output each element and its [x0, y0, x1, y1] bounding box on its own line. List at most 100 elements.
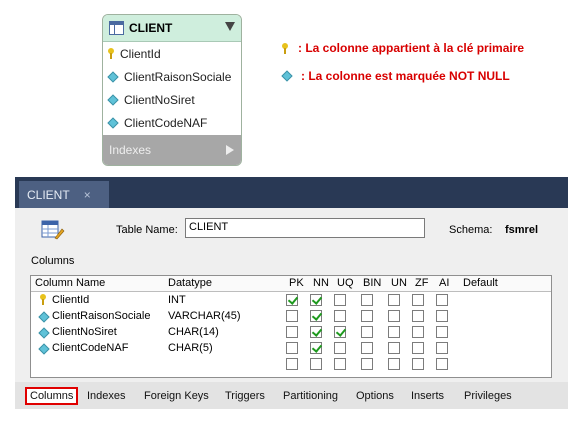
entity-title: CLIENT: [129, 21, 173, 35]
column-name-cell[interactable]: ClientCodeNAF: [52, 342, 128, 354]
flag-checkbox[interactable]: [334, 342, 346, 354]
diamond-icon: [107, 70, 119, 83]
indexes-label: Indexes: [109, 143, 152, 157]
header-ai[interactable]: AI: [439, 277, 449, 289]
flag-checkbox[interactable]: [388, 310, 400, 322]
flag-checkbox[interactable]: [412, 310, 424, 322]
columns-caption: Columns: [31, 255, 75, 267]
flag-checkbox[interactable]: [361, 358, 373, 370]
flag-checkbox[interactable]: [310, 326, 322, 338]
flag-checkbox[interactable]: [361, 342, 373, 354]
flag-checkbox[interactable]: [286, 310, 298, 322]
schema-value: fsmrel: [505, 224, 539, 236]
header-bin[interactable]: BIN: [363, 277, 381, 289]
flag-checkbox[interactable]: [436, 358, 448, 370]
flag-checkbox[interactable]: [361, 294, 373, 306]
flag-checkbox[interactable]: [334, 310, 346, 322]
header-default[interactable]: Default: [463, 277, 498, 289]
entity-header[interactable]: CLIENT: [103, 15, 241, 42]
entity-column-clientnosiret: ClientNoSiret: [103, 88, 241, 111]
flag-checkbox[interactable]: [310, 358, 322, 370]
table-row[interactable]: ClientRaisonSociale VARCHAR(45): [31, 308, 551, 324]
table-name-input[interactable]: CLIENT: [185, 218, 425, 238]
key-icon: [40, 294, 46, 305]
bottom-tabbar: Columns Indexes Foreign Keys Triggers Pa…: [15, 382, 568, 409]
tab-options[interactable]: Options: [356, 390, 394, 402]
entity-column-label: ClientRaisonSociale: [124, 69, 232, 84]
tab-label: CLIENT: [27, 187, 70, 202]
header-column-name[interactable]: Column Name: [35, 277, 105, 289]
flag-checkbox[interactable]: [436, 326, 448, 338]
tab-privileges[interactable]: Privileges: [464, 390, 512, 402]
column-name-cell[interactable]: ClientNoSiret: [52, 326, 117, 338]
flag-checkbox[interactable]: [412, 294, 424, 306]
flag-checkbox[interactable]: [334, 326, 346, 338]
header-datatype[interactable]: Datatype: [168, 277, 212, 289]
flag-checkbox[interactable]: [286, 342, 298, 354]
tab-client[interactable]: CLIENT ×: [19, 181, 109, 208]
key-icon: [282, 42, 288, 54]
table-row[interactable]: ClientCodeNAF CHAR(5): [31, 340, 551, 356]
legend-primary-key: : La colonne appartient à la clé primair…: [282, 41, 524, 55]
table-icon: [109, 21, 124, 35]
entity-column-clientcodenaf: ClientCodeNAF: [103, 111, 241, 134]
flag-checkbox[interactable]: [286, 326, 298, 338]
tab-columns[interactable]: Columns: [25, 387, 79, 405]
diamond-icon: [38, 311, 50, 323]
tab-foreign-keys[interactable]: Foreign Keys: [144, 390, 209, 402]
flag-checkbox[interactable]: [436, 310, 448, 322]
flag-checkbox[interactable]: [412, 326, 424, 338]
flag-checkbox[interactable]: [412, 342, 424, 354]
flag-checkbox[interactable]: [334, 358, 346, 370]
entity-indexes-section[interactable]: Indexes: [103, 135, 241, 165]
flag-checkbox[interactable]: [388, 326, 400, 338]
header-un[interactable]: UN: [391, 277, 407, 289]
flag-checkbox[interactable]: [388, 342, 400, 354]
flag-checkbox[interactable]: [286, 358, 298, 370]
close-icon[interactable]: ×: [84, 188, 91, 202]
header-pk[interactable]: PK: [289, 277, 304, 289]
header-zf[interactable]: ZF: [415, 277, 428, 289]
column-name-cell[interactable]: ClientId: [52, 294, 89, 306]
flag-checkbox[interactable]: [436, 342, 448, 354]
flag-checkbox[interactable]: [388, 294, 400, 306]
table-row[interactable]: ClientId INT: [31, 292, 551, 308]
flag-checkbox[interactable]: [388, 358, 400, 370]
header-nn[interactable]: NN: [313, 277, 329, 289]
tab-inserts[interactable]: Inserts: [411, 390, 444, 402]
flag-checkbox[interactable]: [412, 358, 424, 370]
datatype-cell[interactable]: CHAR(5): [168, 342, 213, 354]
client-entity-box[interactable]: CLIENT ClientId ClientRaisonSociale Clie…: [102, 14, 242, 166]
collapse-arrow-icon[interactable]: [225, 22, 235, 31]
tab-indexes[interactable]: Indexes: [87, 390, 126, 402]
document-tabbar: CLIENT ×: [15, 177, 568, 208]
columns-grid[interactable]: Column Name Datatype PK NN UQ BIN UN ZF …: [30, 275, 552, 378]
datatype-cell[interactable]: INT: [168, 294, 186, 306]
table-row[interactable]: ClientNoSiret CHAR(14): [31, 324, 551, 340]
diamond-icon: [107, 93, 119, 106]
flag-checkbox[interactable]: [286, 294, 298, 306]
expand-arrow-icon[interactable]: [226, 145, 234, 155]
table-row-new[interactable]: [31, 356, 551, 372]
flag-checkbox[interactable]: [334, 294, 346, 306]
tab-partitioning[interactable]: Partitioning: [283, 390, 338, 402]
table-name-label: Table Name:: [116, 224, 178, 236]
tab-triggers[interactable]: Triggers: [225, 390, 265, 402]
diamond-icon: [38, 327, 50, 339]
entity-column-clientid: ClientId: [103, 42, 241, 65]
legend-nn-text: : La colonne est marquée NOT NULL: [301, 69, 510, 83]
grid-header: Column Name Datatype PK NN UQ BIN UN ZF …: [31, 276, 551, 292]
column-name-cell[interactable]: ClientRaisonSociale: [52, 310, 150, 322]
flag-checkbox[interactable]: [361, 310, 373, 322]
flag-checkbox[interactable]: [310, 342, 322, 354]
flag-checkbox[interactable]: [436, 294, 448, 306]
flag-checkbox[interactable]: [361, 326, 373, 338]
datatype-cell[interactable]: CHAR(14): [168, 326, 219, 338]
header-uq[interactable]: UQ: [337, 277, 354, 289]
editor-panel: Table Name: CLIENT Schema: fsmrel Column…: [15, 208, 568, 382]
flag-checkbox[interactable]: [310, 310, 322, 322]
datatype-cell[interactable]: VARCHAR(45): [168, 310, 241, 322]
entity-column-label: ClientCodeNAF: [124, 115, 208, 130]
schema-label: Schema:: [449, 224, 493, 236]
flag-checkbox[interactable]: [310, 294, 322, 306]
